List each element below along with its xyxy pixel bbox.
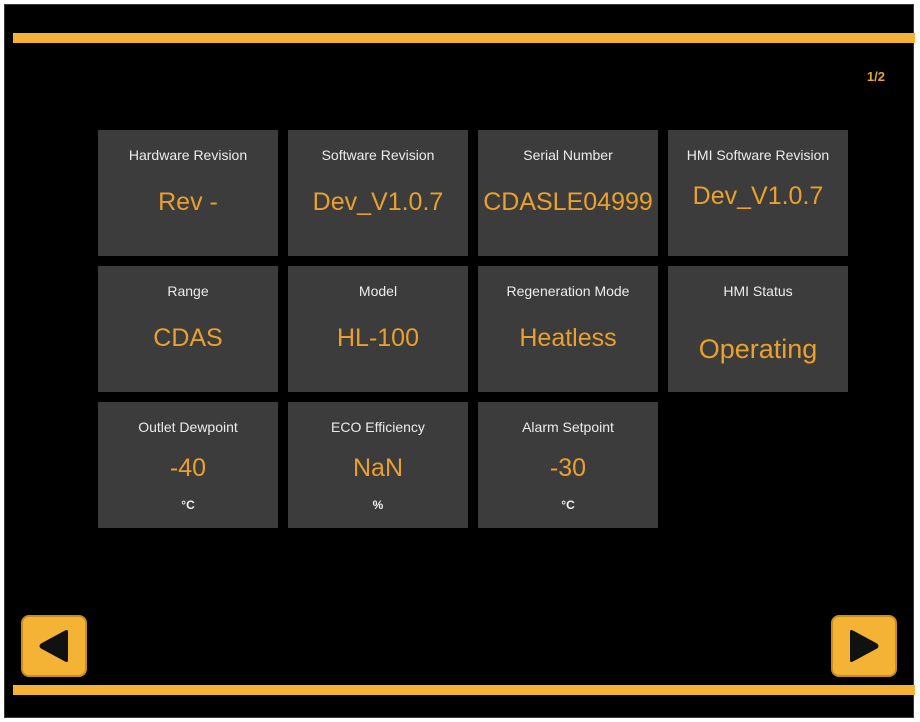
tile-label: HMI Status xyxy=(723,283,793,299)
tile-eco-efficiency: ECO Efficiency NaN % xyxy=(288,402,468,528)
tile-value: NaN xyxy=(352,454,403,482)
tile-label: Alarm Setpoint xyxy=(522,419,614,435)
tile-value: HL-100 xyxy=(337,324,419,352)
tile-software-revision: Software Revision Dev_V1.0.7 xyxy=(288,130,468,256)
tile-serial-number: Serial Number CDASLE04999 xyxy=(478,130,658,256)
tile-value: Operating xyxy=(698,334,818,364)
tile-label: Regeneration Mode xyxy=(506,283,630,299)
tile-label: HMI Software Revision xyxy=(686,147,830,163)
tile-value: -40 xyxy=(169,454,207,482)
tile-label: Outlet Dewpoint xyxy=(138,419,238,435)
previous-page-button[interactable] xyxy=(21,615,87,677)
tile-label: Range xyxy=(167,283,209,299)
tile-label: Software Revision xyxy=(321,147,435,163)
tile-hmi-status: HMI Status Operating xyxy=(668,266,848,392)
tile-label: Hardware Revision xyxy=(128,147,248,163)
tile-unit: % xyxy=(372,498,384,512)
tile-label: ECO Efficiency xyxy=(331,419,425,435)
next-page-button[interactable] xyxy=(831,615,897,677)
bottom-accent-bar xyxy=(13,685,915,695)
tile-value: -30 xyxy=(549,454,587,482)
tile-label: Model xyxy=(358,283,398,299)
tile-outlet-dewpoint: Outlet Dewpoint -40 °C xyxy=(98,402,278,528)
tile-value: Dev_V1.0.7 xyxy=(312,188,444,216)
tile-unit: °C xyxy=(561,498,575,512)
tile-label: Serial Number xyxy=(523,147,613,163)
tile-hmi-software-revision: HMI Software Revision Dev_V1.0.7 xyxy=(668,130,848,256)
tile-value: Rev - xyxy=(158,188,218,216)
tile-model: Model HL-100 xyxy=(288,266,468,392)
page-indicator: 1/2 xyxy=(866,69,885,84)
tile-value: CDASLE04999 xyxy=(483,188,653,216)
left-arrow-icon xyxy=(39,630,68,662)
tile-value: Heatless xyxy=(519,324,617,352)
tile-unit: °C xyxy=(181,498,195,512)
tile-value: Dev_V1.0.7 xyxy=(692,182,824,210)
hmi-screen: 1/2 Hardware Revision Rev - Software Rev… xyxy=(4,4,915,718)
top-accent-bar xyxy=(13,33,915,43)
tile-hardware-revision: Hardware Revision Rev - xyxy=(98,130,278,256)
tile-range: Range CDAS xyxy=(98,266,278,392)
tile-regeneration-mode: Regeneration Mode Heatless xyxy=(478,266,658,392)
tile-value: CDAS xyxy=(153,324,223,352)
right-arrow-icon xyxy=(850,630,879,662)
tile-alarm-setpoint: Alarm Setpoint -30 °C xyxy=(478,402,658,528)
